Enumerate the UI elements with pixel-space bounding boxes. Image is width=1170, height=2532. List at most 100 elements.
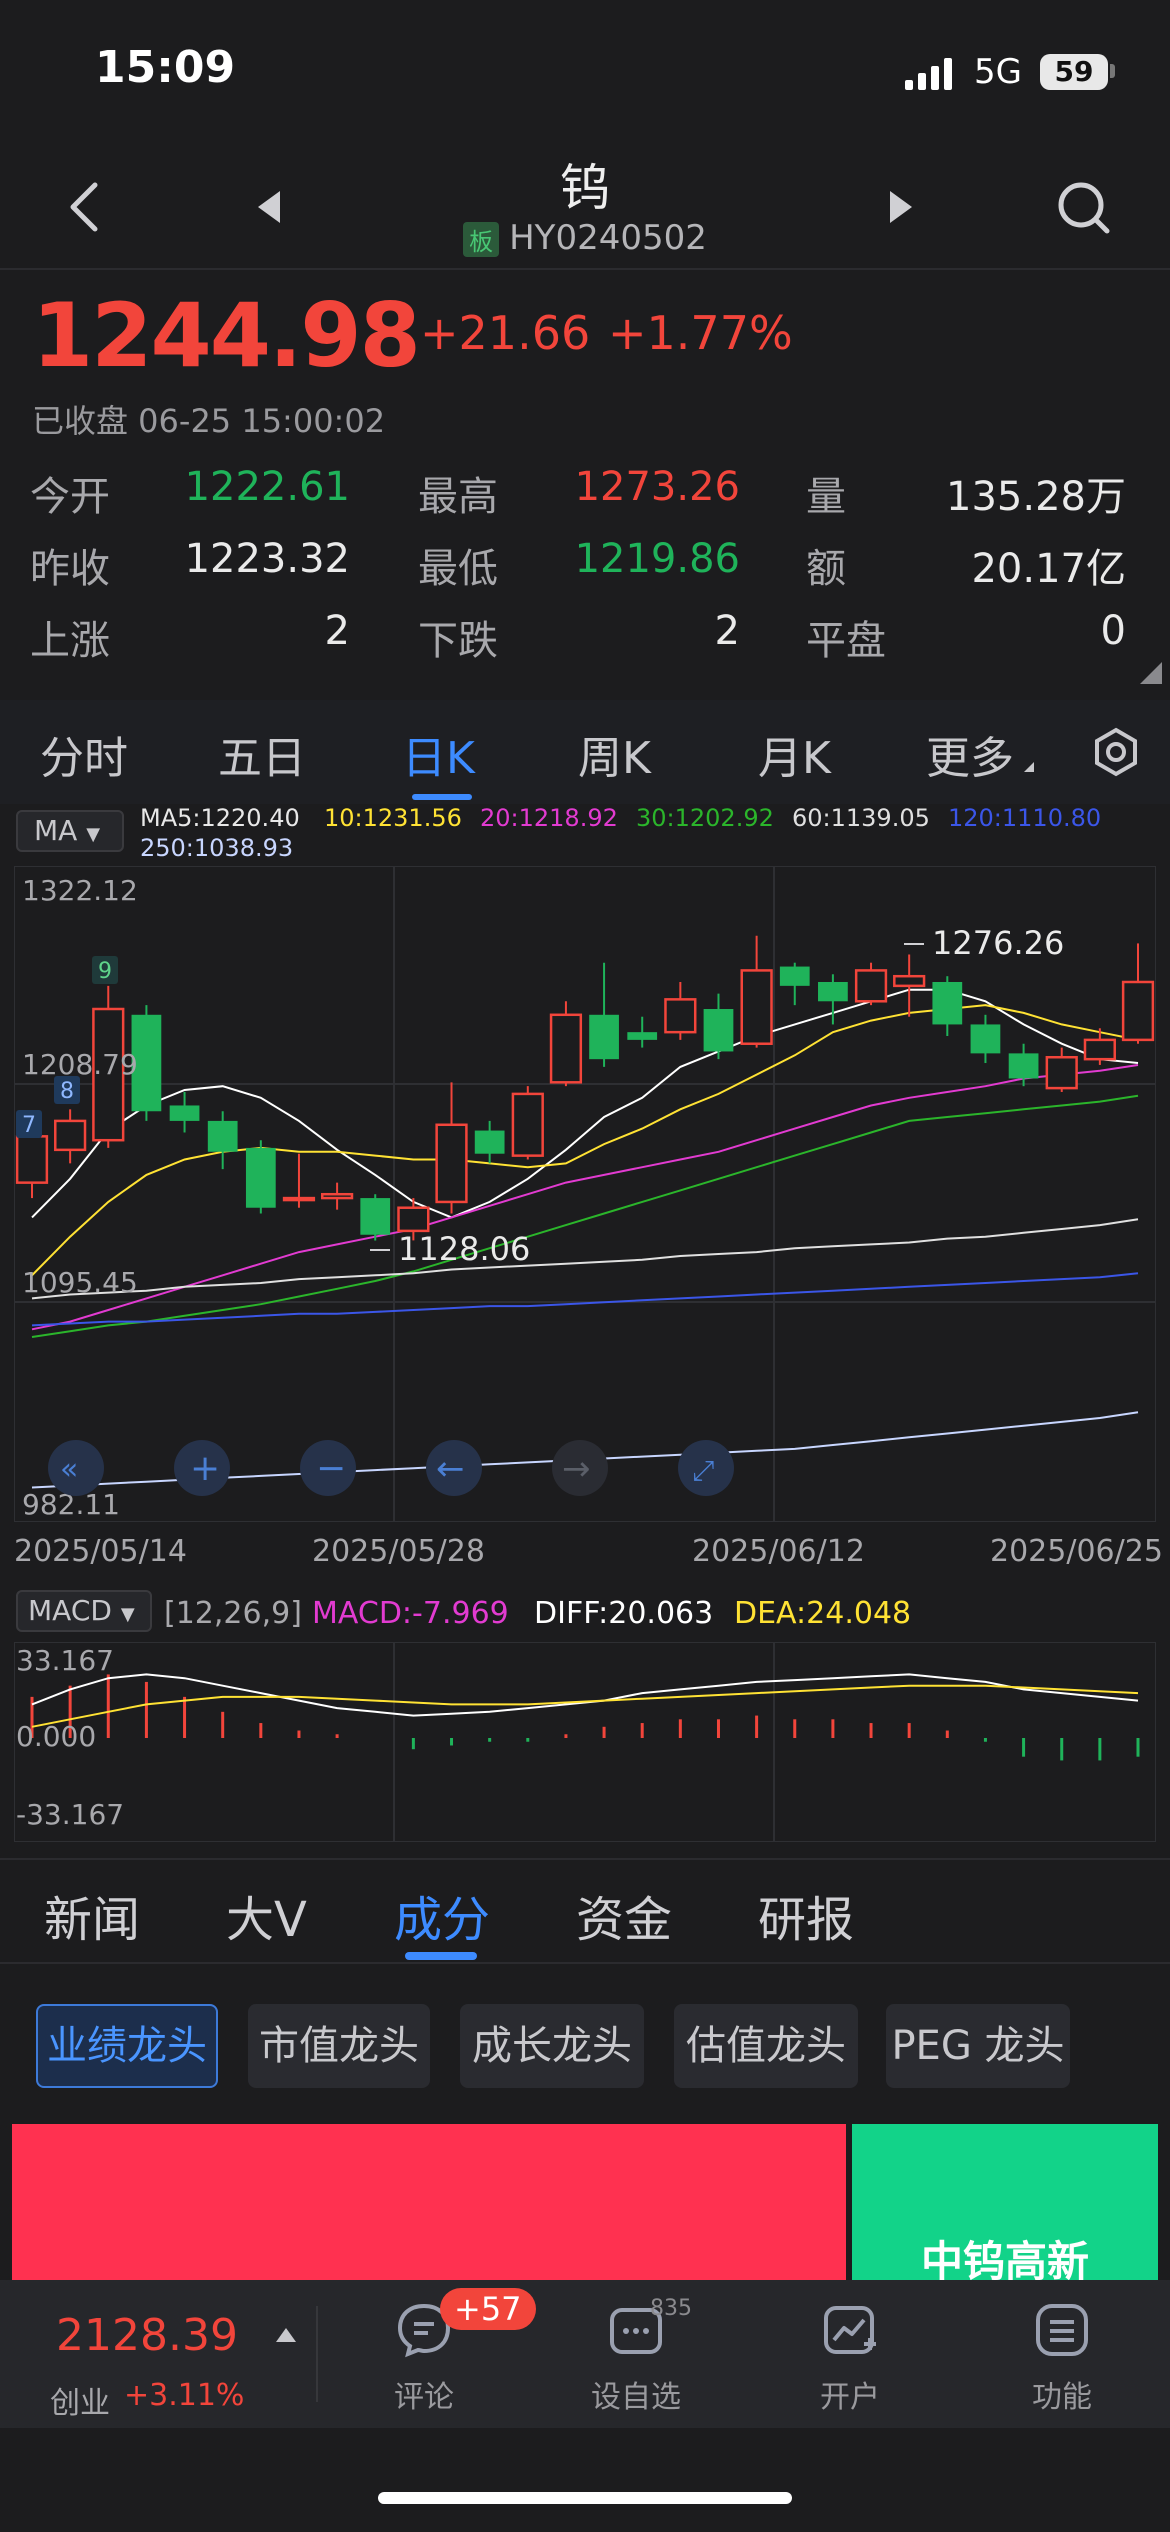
tab-capital-flow[interactable]: 资金	[576, 1880, 672, 1950]
candle[interactable]	[932, 976, 963, 1037]
candle[interactable]	[893, 954, 926, 1017]
candle-body	[740, 969, 773, 1045]
heatmap-tile-up[interactable]	[12, 2124, 846, 2284]
arrow-left-icon: ←	[436, 1449, 465, 1489]
y-label-2: 1208.79	[22, 1048, 138, 1081]
ma30-value: 30:1202.92	[636, 804, 774, 832]
tab-daily-k[interactable]: 日K	[402, 722, 475, 786]
divider	[0, 268, 1170, 270]
candle-body	[282, 1196, 316, 1202]
event-marker[interactable]: 8	[60, 1079, 74, 1104]
ma120-value: 120:1110.80	[948, 804, 1102, 832]
candle[interactable]	[282, 1153, 316, 1208]
event-marker[interactable]: 9	[98, 959, 112, 984]
triangle-right-icon	[890, 191, 912, 223]
stat-value: 135.28万	[946, 474, 1126, 520]
candle-body	[970, 1024, 1001, 1054]
event-marker[interactable]: 7	[22, 1113, 36, 1138]
tab-monthly-k[interactable]: 月K	[758, 722, 831, 786]
add-watchlist-label: 设自选	[591, 2380, 681, 2415]
stat-label: 今开	[30, 474, 110, 520]
macd-axis-zero: 0.000	[16, 1720, 96, 1753]
stock-code-line: 板 HY0240502	[385, 218, 785, 258]
tab-weekly-k[interactable]: 周K	[578, 722, 651, 786]
candle[interactable]	[435, 1082, 468, 1214]
stat-label: 平盘	[806, 618, 886, 664]
stat-label: 最高	[418, 474, 498, 520]
functions-label: 功能	[1032, 2380, 1092, 2415]
menu-icon	[1036, 2304, 1088, 2356]
candle[interactable]	[474, 1120, 505, 1164]
ma-select-label: MA	[34, 814, 78, 847]
candle-body	[664, 998, 697, 1034]
index-expand-icon[interactable]	[276, 2328, 296, 2342]
candle[interactable]	[854, 962, 888, 1006]
candle[interactable]	[360, 1194, 391, 1241]
chip-marketcap-leader[interactable]: 市值龙头	[248, 2004, 430, 2088]
candle-body	[474, 1130, 505, 1154]
chip-earnings-leader[interactable]: 业绩龙头	[36, 2004, 218, 2088]
x-label: 2025/05/14	[14, 1534, 187, 1569]
back-icon	[70, 182, 98, 232]
candle-body	[360, 1198, 391, 1235]
candle[interactable]	[970, 1014, 1001, 1064]
stat-value: 1222.61	[184, 464, 350, 510]
expand-corner-icon[interactable]	[1140, 662, 1162, 684]
back-button[interactable]	[50, 172, 120, 242]
candle-body	[627, 1032, 658, 1040]
candle[interactable]	[664, 981, 697, 1040]
candle[interactable]	[169, 1091, 200, 1133]
functions-button[interactable]: 功能	[1002, 2300, 1122, 2416]
candle[interactable]	[779, 962, 810, 1006]
tab-intraday[interactable]: 分时	[40, 722, 128, 786]
search-button[interactable]	[1048, 172, 1118, 242]
tab-more[interactable]: 更多	[926, 722, 1014, 786]
macd-select-label: MACD	[28, 1594, 112, 1627]
candle[interactable]	[54, 1109, 87, 1164]
more-corner-icon	[1024, 762, 1034, 772]
candle[interactable]	[627, 1016, 658, 1048]
low-annotation: 1128.06	[398, 1230, 530, 1268]
candle[interactable]	[740, 935, 773, 1048]
index-value[interactable]: 2128.39	[56, 2310, 238, 2361]
stat-label: 上涨	[30, 618, 110, 664]
candle[interactable]	[549, 1001, 583, 1087]
candle-body	[932, 981, 963, 1025]
chart-settings-button[interactable]	[1090, 726, 1142, 778]
y-label-top: 1322.12	[22, 874, 138, 907]
prev-stock-button[interactable]	[234, 172, 304, 242]
candle-body	[320, 1192, 354, 1200]
candle[interactable]	[589, 962, 619, 1067]
tab-research[interactable]: 研报	[758, 1880, 854, 1950]
open-account-button[interactable]: 开户	[790, 2300, 910, 2416]
kline-chart[interactable]: 1322.12 1208.79 1095.45 982.11 1276.26 1…	[14, 866, 1156, 1522]
tab-constituents[interactable]: 成分	[394, 1880, 490, 1950]
tab-influencers[interactable]: 大V	[226, 1880, 307, 1950]
chip-growth-leader[interactable]: 成长龙头	[460, 2004, 644, 2088]
candle[interactable]	[320, 1182, 354, 1210]
candle[interactable]	[703, 993, 734, 1060]
ma-indicator-select[interactable]: MA ▼	[16, 810, 124, 852]
macd-params: [12,26,9]	[164, 1596, 302, 1631]
tab-news[interactable]: 新闻	[44, 1880, 140, 1950]
candle-body	[1083, 1038, 1116, 1061]
candle[interactable]	[511, 1086, 544, 1160]
status-time: 15:09	[95, 42, 236, 93]
candle[interactable]	[245, 1140, 276, 1214]
macd-axis-top: 33.167	[16, 1644, 114, 1677]
plus-icon: +	[190, 1448, 220, 1489]
macd-chart[interactable]: 33.167 0.000 -33.167	[14, 1642, 1156, 1842]
next-stock-button[interactable]	[866, 172, 936, 242]
chip-valuation-leader[interactable]: 估值龙头	[674, 2004, 858, 2088]
network-label: 5G	[974, 52, 1022, 92]
last-price: 1244.98	[32, 284, 421, 387]
candle[interactable]	[207, 1111, 238, 1170]
tab-five-day[interactable]: 五日	[218, 722, 306, 786]
signal-icon	[905, 58, 952, 90]
candle[interactable]	[1121, 943, 1155, 1044]
candle[interactable]	[1045, 1047, 1078, 1092]
macd-indicator-select[interactable]: MACD ▼	[16, 1590, 152, 1632]
ma250-value: 250:1038.93	[140, 834, 294, 862]
chip-peg-leader[interactable]: PEG 龙头	[886, 2004, 1070, 2088]
chart-trend-icon	[824, 2306, 876, 2354]
